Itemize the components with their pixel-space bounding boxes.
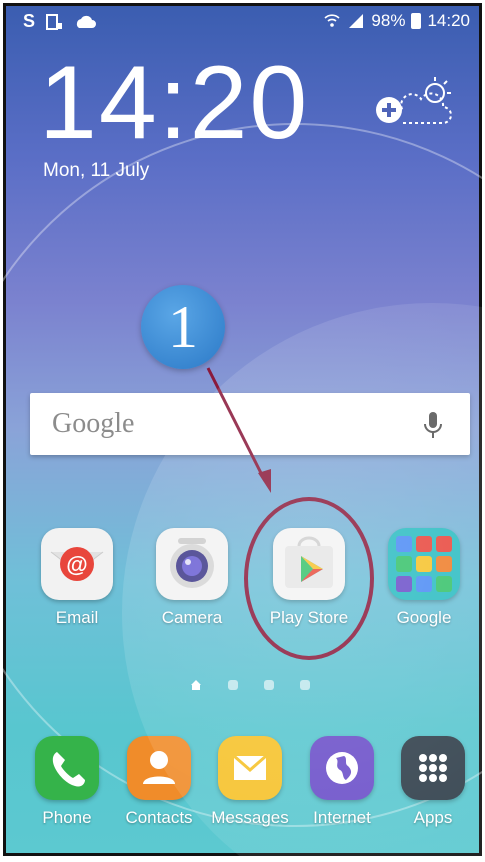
dock-messages[interactable]: Messages bbox=[200, 736, 300, 828]
signal-icon bbox=[349, 14, 364, 28]
app-label: Messages bbox=[211, 808, 289, 827]
battery-icon bbox=[411, 13, 422, 29]
dock-contacts[interactable]: Contacts bbox=[109, 736, 209, 828]
step-badge: 1 bbox=[141, 285, 225, 369]
email-icon: @ bbox=[41, 528, 113, 600]
google-search-bar[interactable]: Google bbox=[30, 393, 470, 455]
google-search-label: Google bbox=[52, 408, 135, 439]
app-label: Phone bbox=[42, 808, 92, 827]
page-dot[interactable] bbox=[300, 680, 310, 690]
status-left: S bbox=[23, 11, 97, 32]
app-label: Google bbox=[396, 608, 452, 627]
svg-text:@: @ bbox=[66, 552, 87, 577]
apps-grid-icon bbox=[401, 736, 465, 800]
contacts-icon bbox=[127, 736, 191, 800]
page-indicator[interactable] bbox=[190, 679, 310, 691]
app-email[interactable]: @ Email bbox=[27, 528, 127, 628]
wifi-icon bbox=[324, 14, 340, 27]
app-google-folder[interactable]: Google bbox=[374, 528, 474, 628]
play-store-icon bbox=[273, 528, 345, 600]
page-dot[interactable] bbox=[264, 680, 274, 690]
phone-icon bbox=[35, 736, 99, 800]
weather-add-icon[interactable] bbox=[373, 73, 453, 133]
app-play-store[interactable]: Play Store bbox=[259, 528, 359, 628]
messages-icon bbox=[218, 736, 282, 800]
highlight-oval bbox=[244, 497, 374, 660]
dock-apps[interactable]: Apps bbox=[383, 736, 482, 828]
cloud-icon bbox=[76, 15, 97, 28]
app-label: Email bbox=[55, 608, 99, 627]
camera-icon bbox=[156, 528, 228, 600]
battery-percent: 98% bbox=[371, 11, 406, 30]
google-folder-icon bbox=[388, 528, 460, 600]
internet-icon bbox=[310, 736, 374, 800]
home-screen: S 98% 14:20 14:20 Mon, 11 July 1 Google … bbox=[3, 3, 482, 856]
app-label: Play Store bbox=[269, 608, 349, 627]
lockscreen-date: Mon, 11 July bbox=[43, 160, 150, 181]
status-time: 14:20 bbox=[427, 11, 470, 30]
home-indicator-icon[interactable] bbox=[190, 679, 202, 691]
app-camera[interactable]: Camera bbox=[142, 528, 242, 628]
status-bar: S 98% 14:20 bbox=[3, 3, 482, 43]
app-label: Internet bbox=[313, 808, 371, 827]
status-right: 98% 14:20 bbox=[323, 11, 470, 31]
dock-internet[interactable]: Internet bbox=[292, 736, 392, 828]
lockscreen-clock: 14:20 bbox=[39, 45, 310, 161]
microphone-icon[interactable] bbox=[422, 411, 444, 439]
app-label: Camera bbox=[161, 608, 223, 627]
s-icon: S bbox=[23, 11, 36, 31]
screenshot-icon bbox=[46, 13, 63, 30]
dock-phone[interactable]: Phone bbox=[17, 736, 117, 828]
page-dot[interactable] bbox=[228, 680, 238, 690]
app-label: Contacts bbox=[125, 808, 193, 827]
app-label: Apps bbox=[413, 808, 453, 827]
